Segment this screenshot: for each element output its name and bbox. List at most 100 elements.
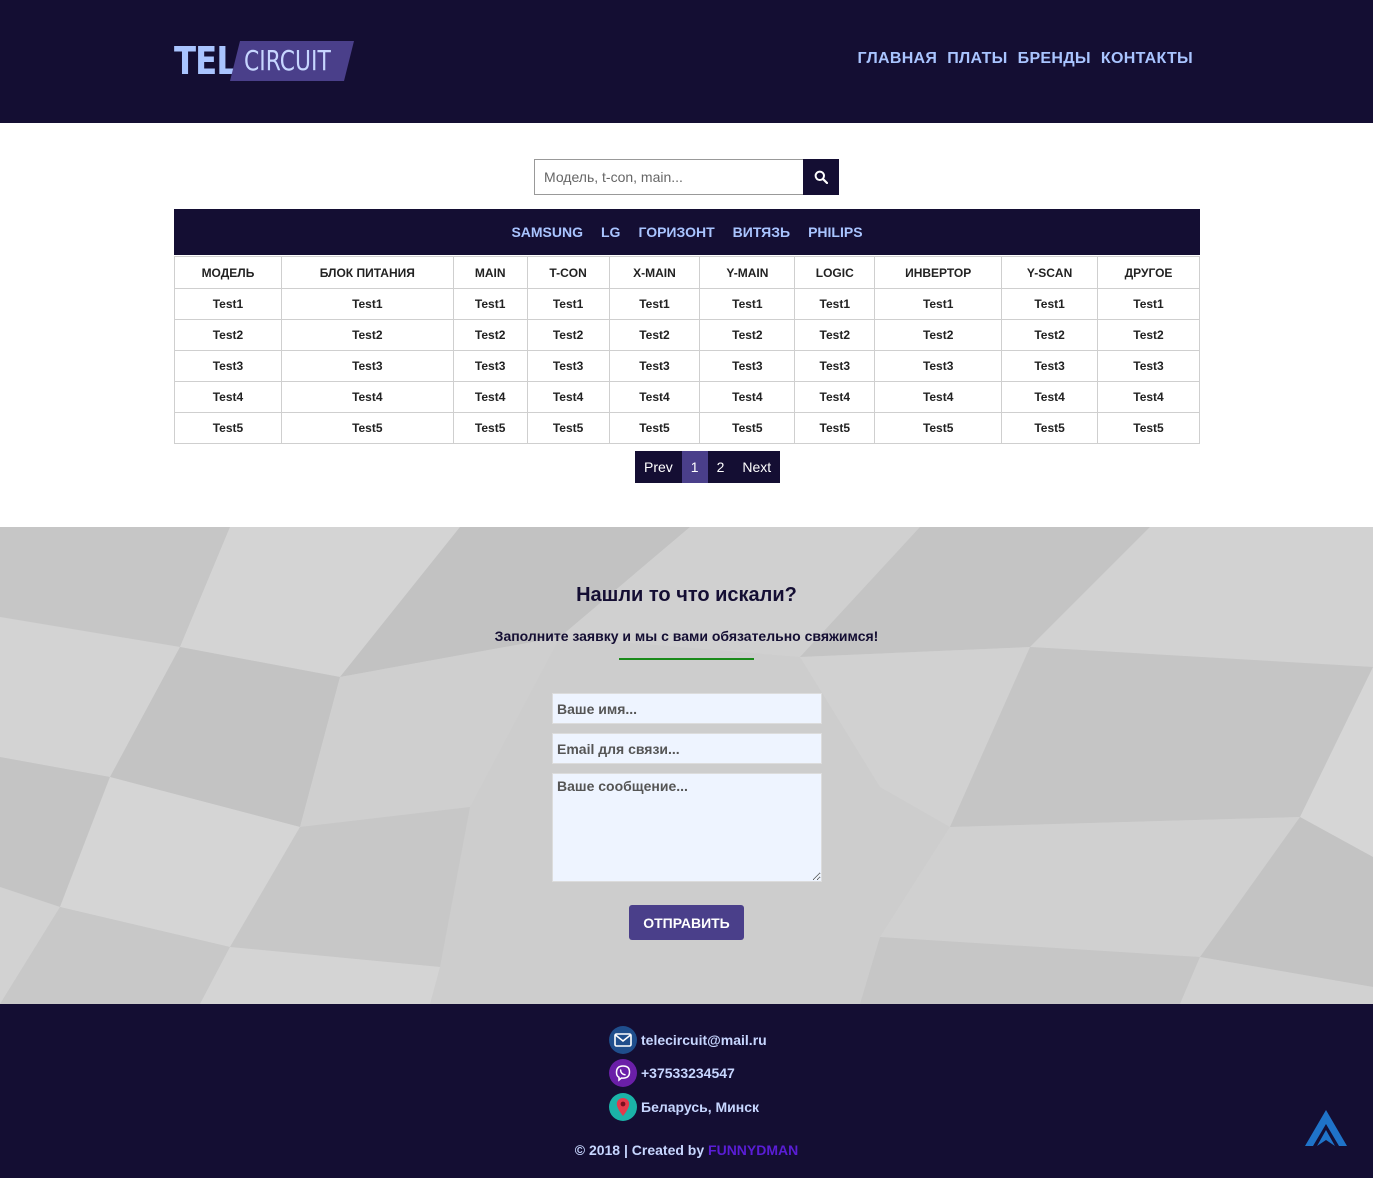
brand-link-samsung[interactable]: SAMSUNG [511,224,583,240]
author-link[interactable]: FUNNYDMAN [708,1142,798,1158]
column-header: МОДЕЛЬ [174,256,282,289]
pagination-page-1[interactable]: 1 [681,451,708,483]
search-input[interactable] [534,159,803,195]
table-cell[interactable]: Test1 [280,288,454,320]
table-cell[interactable]: Test1 [174,288,282,320]
scroll-to-top-icon[interactable] [1305,1110,1347,1150]
table-cell[interactable]: Test3 [280,350,454,382]
search-button[interactable] [803,159,839,195]
table-cell[interactable]: Test4 [699,381,796,413]
table-cell[interactable]: Test4 [874,381,1003,413]
table-cell[interactable]: Test2 [608,319,701,351]
table-cell[interactable]: Test3 [1001,350,1099,382]
table-cell[interactable]: Test1 [874,288,1003,320]
table-cell[interactable]: Test5 [280,412,454,444]
table-cell[interactable]: Test1 [1001,288,1099,320]
table-cell[interactable]: Test5 [874,412,1003,444]
table-cell[interactable]: Test5 [794,412,876,444]
pagination-prev[interactable]: Prev [635,451,682,483]
submit-button[interactable]: ОТПРАВИТЬ [629,905,744,940]
table-cell[interactable]: Test3 [608,350,701,382]
contact-subtitle: Заполните заявку и мы с вами обязательно… [494,628,879,644]
table-cell[interactable]: Test5 [1097,412,1200,444]
brand-link-gorizont[interactable]: ГОРИЗОНТ [638,224,714,240]
table-cell[interactable]: Test3 [174,350,282,382]
logo-circuit-badge: CIRCUIT [230,41,354,81]
table-cell[interactable]: Test2 [1097,319,1200,351]
brand-filter-bar: SAMSUNG LG ГОРИЗОНТ ВИТЯЗЬ PHILIPS [174,209,1200,255]
pagination: Prev 1 2 Next [635,451,781,483]
footer-email-row[interactable]: telecircuit@mail.ru [609,1026,767,1054]
table-cell[interactable]: Test4 [452,381,528,413]
nav-link-home[interactable]: ГЛАВНАЯ [858,50,938,68]
table-cell[interactable]: Test3 [874,350,1003,382]
table-cell[interactable]: Test2 [280,319,454,351]
table-cell[interactable]: Test2 [1001,319,1099,351]
copyright-text: © 2018 | Created by [574,1142,705,1158]
table-cell[interactable]: Test4 [1097,381,1200,413]
table-cell[interactable]: Test3 [452,350,528,382]
table-cell[interactable]: Test5 [174,412,282,444]
table-cell[interactable]: Test4 [608,381,701,413]
brand-link-vityaz[interactable]: ВИТЯЗЬ [733,224,790,240]
table-row: Test1 Test1 Test1 Test1 Test1 Test1 Test… [174,288,1200,320]
table-cell[interactable]: Test5 [699,412,796,444]
table-cell[interactable]: Test1 [1097,288,1200,320]
table-cell[interactable]: Test4 [280,381,454,413]
table-cell[interactable]: Test1 [452,288,528,320]
mail-icon [609,1026,637,1054]
footer-location: Беларусь, Минск [641,1099,760,1115]
table-cell[interactable]: Test3 [1097,350,1200,382]
table-cell[interactable]: Test2 [526,319,610,351]
table-cell[interactable]: Test4 [526,381,610,413]
column-header: MAIN [452,256,528,289]
column-header: Y-SCAN [1001,256,1099,289]
brand-link-lg[interactable]: LG [601,224,620,240]
table-cell[interactable]: Test3 [699,350,796,382]
column-header: LOGIC [794,256,876,289]
parts-table: МОДЕЛЬ БЛОК ПИТАНИЯ MAIN T-CON X-MAIN Y-… [174,256,1200,444]
table-cell[interactable]: Test1 [699,288,796,320]
table-cell[interactable]: Test2 [174,319,282,351]
table-cell[interactable]: Test5 [1001,412,1099,444]
message-field[interactable] [552,773,822,882]
column-header: X-MAIN [608,256,701,289]
footer-email[interactable]: telecircuit@mail.ru [641,1032,767,1048]
table-cell[interactable]: Test2 [699,319,796,351]
email-field[interactable] [552,733,822,764]
table-cell[interactable]: Test4 [174,381,282,413]
logo-text-telf: TELF [174,39,258,83]
table-cell[interactable]: Test2 [452,319,528,351]
table-cell[interactable]: Test2 [874,319,1003,351]
nav-link-contacts[interactable]: КОНТАКТЫ [1101,50,1193,68]
table-cell[interactable]: Test3 [526,350,610,382]
table-cell[interactable]: Test5 [608,412,701,444]
logo-text-circuit: CIRCUIT [244,44,331,77]
location-pin-icon [609,1093,637,1121]
search-icon [814,170,828,184]
table-row: Test5 Test5 Test5 Test5 Test5 Test5 Test… [174,412,1200,444]
nav-link-boards[interactable]: ПЛАТЫ [947,50,1007,68]
nav-link-brands[interactable]: БРЕНДЫ [1018,50,1091,68]
table-cell[interactable]: Test1 [794,288,876,320]
pagination-next[interactable]: Next [733,451,780,483]
table-cell[interactable]: Test2 [794,319,876,351]
brand-link-philips[interactable]: PHILIPS [808,224,862,240]
table-cell[interactable]: Test1 [608,288,701,320]
site-header: TELF CIRCUIT ГЛАВНАЯ ПЛАТЫ БРЕНДЫ КОНТАК… [0,0,1373,123]
table-cell[interactable]: Test1 [526,288,610,320]
table-cell[interactable]: Test4 [1001,381,1099,413]
table-row: Test3 Test3 Test3 Test3 Test3 Test3 Test… [174,350,1200,382]
footer-phone[interactable]: +37533234547 [641,1065,735,1081]
table-cell[interactable]: Test5 [526,412,610,444]
table-cell[interactable]: Test5 [452,412,528,444]
site-logo[interactable]: TELF CIRCUIT [174,40,354,82]
pagination-page-2[interactable]: 2 [708,451,734,483]
column-header: T-CON [526,256,610,289]
contact-section: Нашли то что искали? Заполните заявку и … [0,527,1373,1004]
name-field[interactable] [552,693,822,724]
footer-phone-row[interactable]: +37533234547 [609,1059,735,1087]
table-cell[interactable]: Test3 [794,350,876,382]
table-cell[interactable]: Test4 [794,381,876,413]
table-header-row: МОДЕЛЬ БЛОК ПИТАНИЯ MAIN T-CON X-MAIN Y-… [174,256,1200,289]
